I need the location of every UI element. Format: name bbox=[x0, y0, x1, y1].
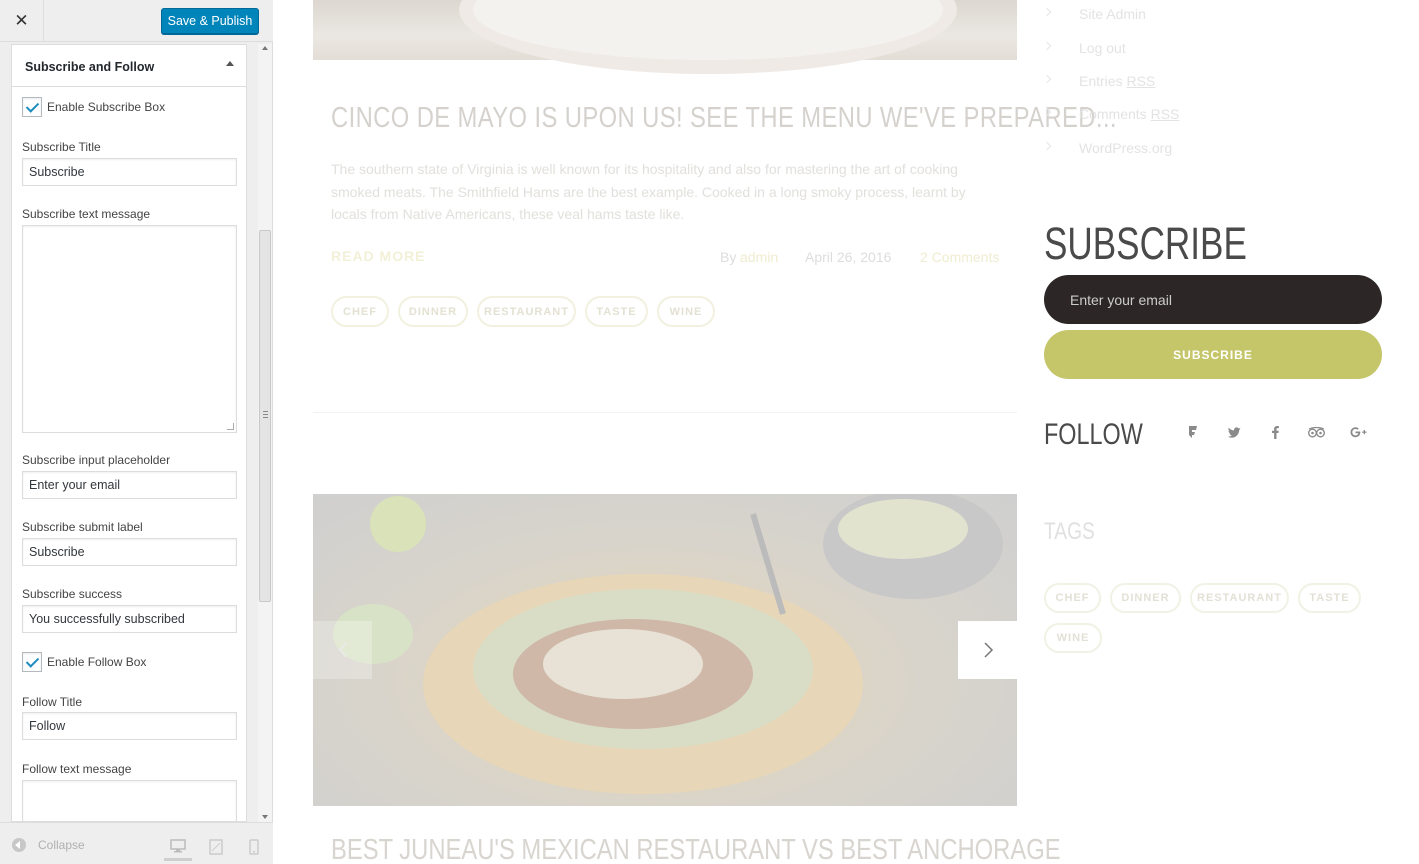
post-tag-pill[interactable]: CHEF bbox=[331, 296, 389, 327]
post-tag-pill[interactable]: DINNER bbox=[398, 296, 468, 327]
google-plus-icon[interactable] bbox=[1348, 423, 1368, 441]
meta-link-label[interactable]: Site Admin bbox=[1079, 6, 1146, 22]
chevron-right-icon bbox=[1042, 7, 1052, 17]
mobile-icon bbox=[249, 839, 259, 855]
meta-link-label[interactable]: Comments RSS bbox=[1079, 106, 1179, 122]
rss-abbr: RSS bbox=[1126, 73, 1156, 89]
enable-follow-checkbox[interactable] bbox=[22, 652, 42, 672]
collapse-icon[interactable] bbox=[12, 838, 26, 852]
meta-link-label[interactable]: Entries RSS bbox=[1079, 73, 1155, 89]
collapse-label[interactable]: Collapse bbox=[38, 838, 85, 852]
customizer-footer: Collapse bbox=[0, 822, 273, 864]
follow-text-label: Follow text message bbox=[22, 762, 132, 776]
tags-heading: TAGS bbox=[1044, 518, 1095, 545]
tag-cloud-item[interactable]: DINNER bbox=[1110, 583, 1181, 613]
facebook-icon[interactable] bbox=[1266, 423, 1284, 441]
resize-grip-icon[interactable] bbox=[227, 423, 234, 430]
post-tag-pill[interactable]: RESTAURANT bbox=[477, 296, 576, 327]
post-divider bbox=[313, 412, 1017, 413]
subscribe-title-input[interactable]: Subscribe bbox=[22, 158, 237, 186]
next-post-title[interactable]: BEST JUNEAU'S MEXICAN RESTAURANT VS BEST… bbox=[331, 834, 1061, 864]
twitter-icon[interactable] bbox=[1225, 423, 1243, 441]
tablet-icon bbox=[209, 839, 223, 855]
tag-cloud-item[interactable]: CHEF bbox=[1044, 583, 1101, 613]
subscribe-email-input[interactable]: Enter your email bbox=[1044, 275, 1382, 324]
grip-icon bbox=[263, 411, 268, 418]
follow-text-textarea[interactable] bbox=[22, 780, 237, 821]
scrollbar-thumb[interactable] bbox=[259, 230, 271, 602]
scroll-up-icon[interactable] bbox=[262, 46, 268, 50]
tripadvisor-icon[interactable] bbox=[1307, 423, 1325, 441]
follow-title-label: Follow Title bbox=[22, 695, 83, 709]
site-preview: CINCO DE MAYO IS UPON US! SEE THE MENU W… bbox=[274, 0, 1419, 864]
enable-subscribe-label: Enable Subscribe Box bbox=[47, 100, 166, 114]
taco-salad-image bbox=[333, 494, 1003, 794]
post-date: April 26, 2016 bbox=[805, 249, 892, 265]
post-title[interactable]: CINCO DE MAYO IS UPON US! SEE THE MENU W… bbox=[331, 102, 1117, 135]
foursquare-icon[interactable] bbox=[1184, 423, 1202, 441]
post-author-link[interactable]: admin bbox=[740, 249, 778, 265]
post-tag-pill[interactable]: TASTE bbox=[585, 296, 648, 327]
chevron-right-icon bbox=[1042, 41, 1052, 51]
tag-cloud-item[interactable]: RESTAURANT bbox=[1190, 583, 1289, 613]
enable-follow-label: Enable Follow Box bbox=[47, 655, 147, 669]
close-icon[interactable]: ✕ bbox=[0, 0, 44, 42]
slider-image[interactable] bbox=[313, 494, 1017, 806]
meta-link-label[interactable]: Log out bbox=[1079, 40, 1126, 56]
post-tag-pill[interactable]: WINE bbox=[657, 296, 715, 327]
section-header[interactable]: Subscribe and Follow bbox=[12, 45, 246, 87]
save-publish-button[interactable]: Save & Publish bbox=[161, 8, 259, 34]
read-more-link[interactable]: READ MORE bbox=[331, 248, 426, 264]
section-panel: Subscribe and Follow Enable Subscribe Bo… bbox=[11, 44, 247, 822]
rss-abbr: RSS bbox=[1150, 106, 1180, 122]
subscribe-success-label: Subscribe success bbox=[22, 587, 123, 601]
follow-heading: FOLLOW bbox=[1044, 418, 1143, 451]
subscribe-text-label: Subscribe text message bbox=[22, 207, 151, 221]
caret-up-icon[interactable] bbox=[226, 61, 234, 66]
enable-subscribe-checkbox[interactable] bbox=[22, 97, 42, 117]
customizer-header: ✕ Save & Publish bbox=[0, 0, 273, 42]
preview-desktop-button[interactable] bbox=[164, 833, 192, 861]
chevron-right-icon bbox=[1042, 141, 1052, 151]
subscribe-text-textarea[interactable] bbox=[22, 225, 237, 433]
slider-prev-button[interactable] bbox=[313, 621, 372, 679]
subscribe-title-label: Subscribe Title bbox=[22, 140, 101, 154]
desktop-icon bbox=[170, 838, 186, 852]
post-excerpt: The southern state of Virginia is well k… bbox=[331, 161, 966, 222]
customizer-sidebar: ✕ Save & Publish Subscribe and Follow En… bbox=[0, 0, 273, 864]
preview-tablet-button[interactable] bbox=[202, 833, 230, 861]
comments-text: Comments bbox=[1079, 106, 1147, 122]
panel-scrollbar[interactable] bbox=[258, 44, 272, 822]
meta-link-label[interactable]: WordPress.org bbox=[1079, 140, 1172, 156]
subscribe-placeholder-input[interactable]: Enter your email bbox=[22, 471, 237, 499]
chevron-right-icon bbox=[1042, 74, 1052, 84]
chevron-left-icon bbox=[339, 642, 347, 658]
subscribe-submit-label: Subscribe submit label bbox=[22, 520, 143, 534]
subscribe-button[interactable]: SUBSCRIBE bbox=[1044, 330, 1382, 379]
subscribe-heading: SUBSCRIBE bbox=[1044, 218, 1247, 269]
slider-next-button[interactable] bbox=[958, 621, 1017, 679]
subscribe-submit-input[interactable]: Subscribe bbox=[22, 538, 237, 566]
post-comments-link[interactable]: 2 Comments bbox=[920, 249, 999, 265]
post-by-label: By bbox=[720, 249, 737, 265]
chevron-right-icon bbox=[983, 642, 993, 658]
section-title: Subscribe and Follow bbox=[25, 60, 155, 74]
follow-title-input[interactable]: Follow bbox=[22, 712, 237, 740]
plate-image-detail bbox=[473, 0, 943, 60]
post-featured-image[interactable] bbox=[313, 0, 1017, 60]
tag-cloud-item[interactable]: TASTE bbox=[1298, 583, 1361, 613]
subscribe-success-input[interactable]: You successfully subscribed bbox=[22, 605, 237, 633]
scroll-down-icon[interactable] bbox=[262, 815, 268, 819]
entries-text: Entries bbox=[1079, 73, 1123, 89]
subscribe-placeholder-label: Subscribe input placeholder bbox=[22, 453, 171, 467]
preview-mobile-button[interactable] bbox=[240, 833, 268, 861]
tag-cloud-item[interactable]: WINE bbox=[1044, 623, 1102, 653]
